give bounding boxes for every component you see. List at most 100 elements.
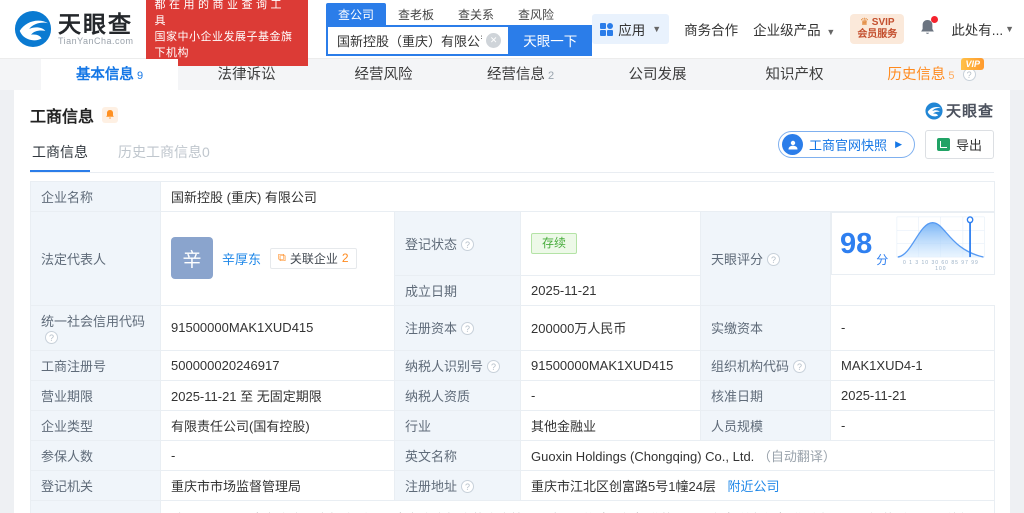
- tab-legal-litigation[interactable]: 法律诉讼: [178, 59, 315, 90]
- score-value: 98: [840, 227, 873, 260]
- subscribe-bell-icon[interactable]: [102, 107, 119, 123]
- logo-swirl-icon: [14, 10, 52, 48]
- tab-history-info[interactable]: VIP 历史信息 5 ?: [863, 58, 1000, 90]
- search-area: 查公司 查老板 查关系 查风险 ✕ 天眼一下: [325, 2, 593, 56]
- brand-slogan-banner: 都在用的商业查询工具 国家中小企业发展子基金旗下机构: [145, 0, 308, 66]
- snapshot-camera-icon: [782, 134, 804, 155]
- nav-enterprise[interactable]: 企业级产品 ▼: [753, 19, 835, 39]
- field-label: 组织机构代码?: [700, 349, 831, 381]
- taxpayer-id-value: 91500000MAK1XUD415: [520, 349, 701, 381]
- tianyancha-logo[interactable]: 天眼查 TianYanCha.com: [14, 10, 134, 48]
- related-companies-badge[interactable]: ⧉ 关联企业 2: [270, 247, 357, 269]
- table-row: 经营范围? 许可项目：以自有资金从事投资活动；自有资金投资的资产管理服务。（依法…: [30, 499, 996, 513]
- paid-capital-value: -: [829, 304, 996, 351]
- search-tab-boss[interactable]: 查老板: [386, 3, 446, 25]
- business-term-value: 2025-11-21 至 无固定期限: [160, 379, 395, 411]
- legal-rep-name-link[interactable]: 辛厚东: [222, 249, 261, 268]
- table-row: 企业类型 有限责任公司(国有控股) 行业 其他金融业 人员规模 -: [30, 409, 996, 441]
- score-label: 天眼评分: [711, 251, 764, 267]
- logo-domain: TianYanCha.com: [58, 36, 134, 46]
- score-unit: 分: [876, 253, 889, 267]
- credit-code-value: 91500000MAK1XUD415: [160, 304, 395, 351]
- tab-operation-info[interactable]: 经营信息 2: [452, 59, 589, 90]
- tab-count: 2: [547, 70, 555, 82]
- help-icon[interactable]: ?: [461, 237, 475, 251]
- taxpayer-quality-value: -: [520, 379, 701, 411]
- score-distribution-chart: 0 1 3 10 30 60 85 97 99 100: [896, 215, 985, 272]
- help-icon[interactable]: ?: [487, 359, 501, 373]
- tab-intellectual-property[interactable]: 知识产权: [726, 59, 863, 90]
- notification-bell-icon[interactable]: [919, 15, 939, 40]
- search-tab-company[interactable]: 查公司: [325, 2, 386, 25]
- auto-translate-note: （自动翻译）: [757, 448, 836, 464]
- export-label: 导出: [955, 138, 982, 153]
- nearby-companies-link[interactable]: 附近公司: [728, 479, 780, 494]
- business-scope-value: 许可项目：以自有资金从事投资活动；自有资金投资的资产管理服务。（依法须经批准的项…: [159, 499, 996, 513]
- subtab-business-info[interactable]: 工商信息: [30, 133, 90, 172]
- apps-menu[interactable]: 应用 ▼: [592, 14, 670, 44]
- staff-size-value: -: [829, 409, 996, 441]
- table-row: 参保人数 - 英文名称 Guoxin Holdings (Chongqing) …: [30, 439, 996, 471]
- help-icon[interactable]: ?: [793, 359, 807, 373]
- svip-member-badge[interactable]: ♛ SVIP 会员服务: [850, 14, 905, 44]
- help-icon[interactable]: ?: [461, 322, 475, 335]
- field-label: 核准日期: [700, 379, 831, 411]
- insured-count-value: -: [160, 439, 395, 471]
- table-row: 营业期限 2025-11-21 至 无固定期限 纳税人资质 - 核准日期 202…: [30, 379, 996, 411]
- official-snapshot-button[interactable]: 工商官网快照 ▶: [778, 131, 915, 158]
- field-label: 注册地址?: [394, 469, 521, 501]
- section-title: 工商信息: [30, 109, 95, 126]
- field-label: 工商注册号: [30, 349, 161, 381]
- chevron-down-icon: ▼: [1005, 24, 1014, 34]
- related-companies-icon: ⧉: [278, 251, 286, 264]
- user-menu[interactable]: 此处有... ▼: [951, 19, 1014, 39]
- search-button[interactable]: 天眼一下: [508, 24, 593, 56]
- credit-code-label: 统一社会信用代码: [41, 313, 146, 329]
- reg-address-cell: 重庆市江北区创富路5号1幢24层 附近公司: [519, 469, 996, 501]
- legal-rep-avatar[interactable]: 辛: [171, 237, 213, 280]
- field-label: 天眼评分?: [700, 211, 831, 306]
- org-code-label: 组织机构代码: [711, 358, 790, 374]
- tab-label: 经营信息: [486, 67, 545, 83]
- company-name-value: 国新控股 (重庆) 有限公司: [159, 181, 996, 212]
- field-label: 登记机关: [30, 469, 161, 501]
- field-label: 纳税人识别号?: [394, 349, 521, 381]
- field-label: 登记状态?: [394, 211, 521, 276]
- subtab-history-business-info[interactable]: 历史工商信息0: [116, 133, 212, 172]
- tianyan-score-cell: 98 分 0 1 3 10 30 60 85 97 99 100: [831, 212, 995, 275]
- help-icon[interactable]: ?: [767, 252, 781, 266]
- clear-search-icon[interactable]: ✕: [486, 32, 502, 48]
- search-tab-relation[interactable]: 查关系: [446, 3, 506, 25]
- tab-label: 知识产权: [765, 67, 824, 83]
- tab-basic-info[interactable]: 基本信息 9: [41, 59, 178, 90]
- table-row: 工商注册号 500000020246917 纳税人识别号? 91500000MA…: [30, 349, 996, 381]
- search-input[interactable]: [325, 24, 509, 56]
- related-companies-count: 2: [341, 251, 349, 266]
- status-badge: 存续: [531, 232, 578, 254]
- tab-company-development[interactable]: 公司发展: [589, 59, 726, 90]
- help-icon[interactable]: ?: [461, 479, 475, 493]
- table-row: 法定代表人 辛 辛厚东 ⧉ 关联企业 2 登记状态? 存续 天眼评分 ? 98 …: [30, 211, 995, 306]
- business-info-card: 天眼查 工商信息 工商信息 历史工商信息0 工商官网快照 ▶ 导出 企业名称 国…: [14, 90, 1010, 513]
- vip-badge: VIP: [961, 58, 984, 70]
- table-row: 企业名称 国新控股 (重庆) 有限公司: [30, 181, 996, 212]
- field-label: 企业名称: [30, 181, 161, 212]
- logo-title: 天眼查: [58, 11, 133, 37]
- nav-cooperation[interactable]: 商务合作: [684, 19, 738, 39]
- field-label: 人员规模: [700, 409, 831, 441]
- field-label: 纳税人资质: [394, 379, 521, 411]
- reg-status-label: 登记状态: [405, 236, 458, 252]
- tab-label: 历史信息: [887, 67, 946, 83]
- chevron-right-icon: ▶: [895, 139, 902, 149]
- field-label: 参保人数: [30, 439, 161, 471]
- tab-label: 公司发展: [628, 67, 687, 83]
- reg-address-label: 注册地址: [405, 478, 458, 494]
- taxpayer-id-label: 纳税人识别号: [405, 358, 484, 374]
- tab-operation-risk[interactable]: 经营风险: [315, 59, 452, 90]
- help-icon[interactable]: ?: [45, 330, 58, 344]
- establish-date-value: 2025-11-21: [520, 274, 701, 306]
- export-button[interactable]: 导出: [924, 130, 994, 159]
- svip-line1: SVIP: [871, 17, 895, 28]
- search-tab-risk[interactable]: 查风险: [506, 3, 566, 25]
- tab-label: 基本信息: [75, 67, 134, 83]
